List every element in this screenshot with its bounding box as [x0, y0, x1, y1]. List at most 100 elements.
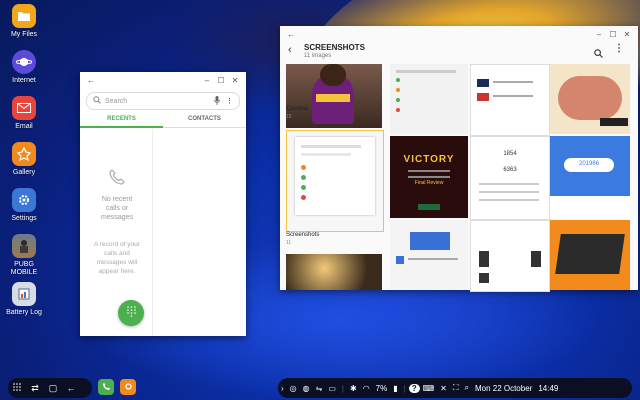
battery-percent: 7%	[375, 383, 388, 393]
more-options-icon[interactable]: ⋮	[226, 97, 233, 105]
album-count: 15	[286, 114, 292, 120]
album-name: Camera	[286, 106, 308, 112]
envelope-icon	[12, 96, 36, 120]
sync-icon[interactable]: ⇋	[313, 384, 326, 393]
desktop-icon-battery-log[interactable]: Battery Log	[4, 282, 44, 317]
phone-tabs: RECENTS CONTACTS	[80, 116, 246, 128]
album-thumbnail-screenshots[interactable]	[286, 130, 384, 232]
minimize-icon[interactable]: –	[200, 76, 214, 85]
nav-pill: ⇄ ▢ ←	[8, 378, 92, 398]
close-icon[interactable]: ✕	[620, 30, 634, 39]
app-grid-icon[interactable]	[8, 383, 26, 393]
image-count: 11 images	[304, 53, 332, 59]
flower-icon	[124, 378, 133, 396]
phone-window: ← – ☐ ✕ Search ⋮ RECENTS CONTACTS No rec…	[80, 72, 246, 336]
album-count: 11	[286, 240, 292, 246]
phone-app-button[interactable]	[98, 379, 114, 395]
image-thumbnail[interactable]: VICTORY Final Review	[390, 136, 468, 218]
desktop-icon-internet[interactable]: Internet	[4, 50, 44, 85]
search-icon[interactable]: ⌕	[461, 383, 471, 393]
search-icon[interactable]	[594, 45, 603, 63]
pubg-icon	[12, 234, 36, 258]
multi-window-icon[interactable]: ⇄	[26, 383, 44, 394]
expand-arrow-icon[interactable]: ›	[278, 384, 287, 393]
more-options-icon[interactable]: ⋮	[614, 43, 624, 54]
battery-log-icon	[12, 282, 36, 306]
album-name: Screenshots	[286, 232, 320, 238]
window-back-icon[interactable]: ←	[284, 30, 298, 39]
gallery-titlebar: ← – ☐ ✕	[280, 26, 638, 42]
desktop-icon-gallery[interactable]: Gallery	[4, 142, 44, 177]
album-thumbnail-other[interactable]	[286, 254, 382, 290]
image-thumbnail[interactable]: 201966	[550, 136, 630, 218]
desktop-icon-label: Battery Log	[6, 309, 42, 316]
desktop-icon-email[interactable]: Email	[4, 96, 44, 131]
bluetooth-icon[interactable]: ✱	[347, 384, 360, 393]
back-icon[interactable]: ←	[62, 383, 80, 393]
gear-icon	[12, 188, 36, 212]
tray-app-icon[interactable]: ◎	[287, 384, 300, 393]
microphone-icon[interactable]	[214, 95, 220, 107]
image-thumbnail[interactable]	[390, 220, 468, 290]
desktop-icon-my-files[interactable]: My Files	[4, 4, 44, 39]
desktop-icon-settings[interactable]: Settings	[4, 188, 44, 223]
back-arrow-icon[interactable]: ←	[84, 76, 98, 85]
final-review-text: Final Review	[414, 180, 444, 186]
screen-capture-icon[interactable]: ⛶	[450, 383, 462, 393]
desktop-icon-pubg[interactable]: PUBG MOBILE	[4, 234, 44, 277]
close-icon[interactable]: ✕	[228, 76, 242, 85]
folder-icon	[12, 4, 36, 28]
empty-body: A record of your calls and messages will…	[94, 241, 140, 275]
desktop-icon-label: PUBG MOBILE	[10, 261, 38, 276]
taskbar: ⇄ ▢ ← › ◎ ◍ ⇋ ▭ | ✱ ◠ 7% ▮ | ? ⌨ ✕ ⛶ ⌕ M…	[0, 376, 640, 400]
search-input[interactable]: Search	[105, 98, 214, 105]
score-top: 1854	[503, 151, 517, 157]
dialpad-button[interactable]	[118, 300, 144, 326]
image-thumbnail[interactable]	[390, 64, 468, 134]
separator: |	[403, 383, 406, 393]
wifi-icon[interactable]: ◠	[360, 384, 373, 393]
minimize-icon[interactable]: –	[592, 30, 606, 39]
back-arrow-icon[interactable]: ‹	[288, 44, 292, 56]
desktop-icon-label: Settings	[11, 215, 37, 222]
edge-icon[interactable]: ▭	[325, 384, 339, 393]
search-icon	[93, 96, 101, 106]
album-thumbnail-camera[interactable]	[286, 64, 382, 128]
date-label: Mon 22 October	[474, 383, 533, 393]
victory-text: VICTORY	[403, 154, 455, 165]
gallery-app-button[interactable]	[120, 379, 136, 395]
phone-icon	[102, 378, 111, 396]
empty-title: No recent calls or messages	[101, 196, 133, 221]
dialpad-icon	[126, 304, 136, 322]
planet-icon	[12, 50, 36, 74]
image-thumbnail[interactable]	[550, 64, 630, 134]
wifi-value: 201966	[578, 161, 600, 167]
phone-titlebar: ← – ☐ ✕	[80, 72, 246, 88]
separator: |	[341, 383, 344, 393]
game-icon[interactable]: ◍	[300, 384, 313, 393]
system-tray: › ◎ ◍ ⇋ ▭ | ✱ ◠ 7% ▮ | ? ⌨ ✕ ⛶ ⌕ Mon 22 …	[278, 378, 632, 398]
maximize-icon[interactable]: ☐	[606, 30, 620, 39]
recent-apps-icon[interactable]: ▢	[44, 383, 62, 394]
gallery-window: ← – ☐ ✕ ‹ SCREENSHOTS 11 images ⋮ Camera…	[280, 26, 638, 292]
gallery-header: ‹ SCREENSHOTS 11 images ⋮	[284, 42, 634, 64]
search-bar[interactable]: Search ⋮	[86, 92, 240, 110]
tab-contacts[interactable]: CONTACTS	[163, 116, 246, 128]
image-thumbnail[interactable]	[550, 220, 630, 290]
flower-icon	[12, 142, 36, 166]
mute-icon[interactable]: ✕	[437, 384, 450, 393]
image-thumbnail[interactable]: 1854 6363	[470, 136, 550, 220]
maximize-icon[interactable]: ☐	[214, 76, 228, 85]
score-bottom: 6363	[503, 167, 517, 173]
tab-recents[interactable]: RECENTS	[80, 116, 163, 128]
desktop-icon-label: Internet	[12, 77, 36, 84]
help-icon[interactable]: ?	[408, 383, 420, 393]
album-title: SCREENSHOTS	[304, 43, 365, 52]
image-thumbnail[interactable]	[470, 220, 550, 292]
desktop-icon-label: Gallery	[12, 169, 36, 176]
battery-icon: ▮	[393, 383, 398, 393]
image-thumbnail[interactable]	[470, 64, 550, 136]
phone-handset-icon	[98, 168, 136, 191]
keyboard-icon[interactable]: ⌨	[420, 384, 438, 393]
empty-state: No recent calls or messages	[98, 168, 136, 222]
